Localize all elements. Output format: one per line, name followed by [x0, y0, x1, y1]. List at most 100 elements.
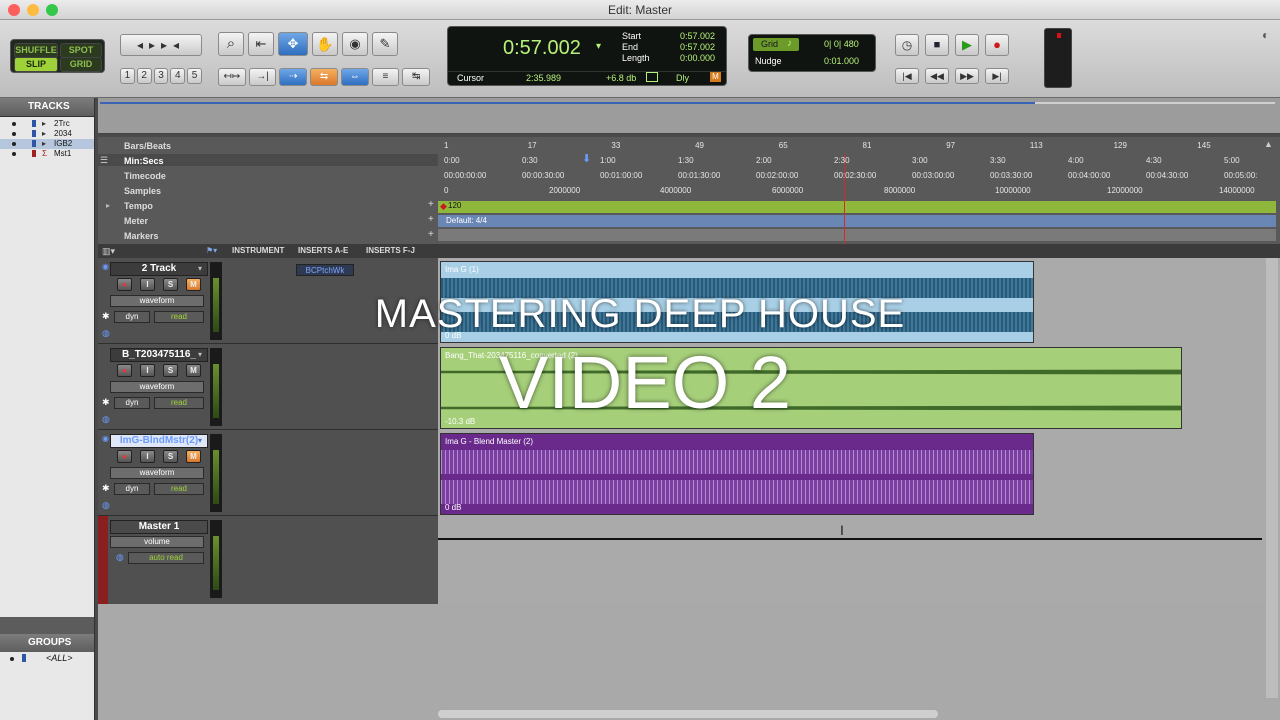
zoomer-tool-icon[interactable]: ⌕ — [218, 32, 244, 56]
stop-icon[interactable]: ■ — [925, 34, 949, 56]
solo-button[interactable]: S — [163, 278, 178, 291]
samples-ruler-label[interactable]: Samples — [124, 186, 161, 196]
selection-marker-icon[interactable]: ⬇ — [582, 152, 591, 165]
grid-value[interactable]: 0| 0| 480 — [824, 39, 859, 49]
track-name[interactable]: ImG-BlndMstr(2) — [110, 434, 208, 448]
track-name[interactable]: Master 1 — [110, 520, 208, 534]
tempo-expand-icon[interactable]: ▸ — [106, 201, 110, 210]
pencil-tool-icon[interactable]: ✎ — [372, 32, 398, 56]
track-select-icon[interactable]: ◉ — [102, 434, 109, 443]
track-list-item[interactable]: ▸ IGB2 — [0, 139, 94, 149]
rewind-icon[interactable]: ◀◀ — [925, 68, 949, 84]
track-name[interactable]: 2 Track — [110, 262, 208, 276]
zoom-window-button[interactable] — [46, 4, 58, 16]
column-options-icon[interactable]: ⚑▾ — [206, 246, 217, 255]
tracks-panel-header[interactable]: TRACKS — [0, 98, 94, 116]
mirror-midi-icon[interactable]: ⇔ — [340, 68, 369, 86]
ruler-menu-icon[interactable]: ☰ — [100, 155, 108, 166]
elastic-audio-icon[interactable]: ✱ — [102, 311, 110, 322]
input-monitor-button[interactable]: I — [140, 278, 155, 291]
mute-button[interactable]: M — [186, 278, 201, 291]
input-monitor-button[interactable]: I — [140, 450, 155, 463]
scrubber-tool-icon[interactable]: ◉ — [342, 32, 368, 56]
ripple-icon[interactable]: ↹ — [402, 68, 431, 86]
end-value[interactable]: 0:57.002 — [680, 42, 715, 53]
groups-panel-header[interactable]: GROUPS — [0, 634, 94, 652]
zoom-preset-4[interactable]: 4 — [170, 68, 186, 84]
horizontal-scrollbar[interactable] — [438, 710, 938, 718]
zoom-preset-3[interactable]: 3 — [153, 68, 169, 84]
meter-ruler-label[interactable]: Meter — [124, 216, 148, 226]
length-value[interactable]: 0:00.000 — [680, 53, 715, 64]
timecode-ruler-label[interactable]: Timecode — [124, 171, 166, 181]
return-to-zero-icon[interactable]: |◀ — [895, 68, 919, 84]
insert-slot-1[interactable]: BCPtchWk — [296, 264, 354, 276]
trim-tool-icon[interactable]: ⇤ — [248, 32, 274, 56]
elastic-audio-icon[interactable]: ✱ — [102, 483, 110, 494]
track-name[interactable]: B_T203475116_ — [110, 348, 208, 362]
track-name-dropdown-icon[interactable]: ▾ — [198, 350, 202, 359]
insertion-follows-playback-icon[interactable]: ⇆ — [310, 68, 338, 86]
slip-mode-button[interactable]: SLIP — [14, 57, 58, 72]
mute-button[interactable]: M — [186, 364, 201, 377]
zoom-preset-5[interactable]: 5 — [187, 68, 202, 84]
meter-lane[interactable]: Default: 4/4 — [438, 215, 1276, 227]
grid-mode-button[interactable]: GRID — [60, 57, 102, 72]
record-enable-button[interactable]: ● — [117, 450, 132, 463]
spot-mode-button[interactable]: SPOT — [60, 43, 102, 58]
nudge-value[interactable]: 0:01.000 — [824, 56, 859, 66]
link-timeline-icon[interactable]: →| — [248, 68, 277, 86]
elastic-mode-selector[interactable]: dyn — [114, 397, 150, 409]
online-icon[interactable]: ◷ — [895, 34, 919, 56]
track-name-dropdown-icon[interactable]: ▾ — [198, 264, 202, 273]
go-to-end-icon[interactable]: ▶| — [985, 68, 1009, 84]
nudge-label[interactable]: Nudge — [755, 56, 782, 66]
minsecs-ruler-label[interactable]: Min:Secs — [124, 156, 164, 166]
add-marker-icon[interactable]: + — [428, 229, 434, 240]
playlist-icon[interactable]: ◍ — [102, 414, 110, 425]
record-enable-button[interactable]: ● — [117, 364, 132, 377]
playlist-icon[interactable]: ◍ — [102, 328, 110, 339]
close-window-button[interactable] — [8, 4, 20, 16]
solo-button[interactable]: S — [163, 450, 178, 463]
automation-mode-selector[interactable]: read — [154, 311, 204, 323]
ruler-scroll-up-icon[interactable]: ▲ — [1264, 139, 1273, 149]
grabber-tool-icon[interactable]: ✋ — [312, 32, 338, 56]
markers-ruler-label[interactable]: Markers — [124, 231, 159, 241]
mute-button[interactable]: M — [186, 450, 201, 463]
automation-mode-selector[interactable]: read — [154, 483, 204, 495]
automation-icon[interactable]: ◍ — [116, 552, 124, 563]
smart-tool-icon[interactable]: ✥ — [278, 32, 308, 56]
master-volume-line[interactable] — [438, 538, 1262, 540]
link-track-icon[interactable]: ⇢ — [279, 68, 308, 86]
track-view-selector[interactable]: waveform — [110, 381, 204, 393]
edit-window-menu-icon[interactable]: ▥▾ — [102, 246, 115, 257]
counter-dropdown-icon[interactable]: ▾ — [596, 41, 601, 52]
tab-to-transient-icon[interactable]: ↤↦ — [218, 68, 246, 86]
zoom-preset-1[interactable]: 1 — [120, 68, 135, 84]
tempo-ruler-label[interactable]: Tempo — [124, 201, 153, 211]
fast-forward-icon[interactable]: ▶▶ — [955, 68, 979, 84]
grid-button[interactable]: Grid — [753, 38, 799, 51]
track-list-item[interactable]: ▸ 2034 — [0, 129, 94, 139]
tempo-lane[interactable]: ◆ 120 — [438, 201, 1276, 213]
record-enable-button[interactable]: ● — [117, 278, 132, 291]
elastic-mode-selector[interactable]: dyn — [114, 311, 150, 323]
start-value[interactable]: 0:57.002 — [680, 31, 715, 42]
record-icon[interactable]: ● — [985, 34, 1009, 56]
play-icon[interactable]: ▶ — [955, 34, 979, 56]
track-view-selector[interactable]: volume — [110, 536, 204, 548]
minimize-window-button[interactable] — [27, 4, 39, 16]
track-view-selector[interactable]: waveform — [110, 295, 204, 307]
automation-mode-selector[interactable]: read — [154, 397, 204, 409]
track-list-item[interactable]: ▸ 2Trc — [0, 119, 94, 129]
elastic-audio-icon[interactable]: ✱ — [102, 397, 110, 408]
playlist-icon[interactable]: ◍ — [102, 500, 110, 511]
bars-ruler-label[interactable]: Bars/Beats — [124, 141, 171, 151]
toolbar-options-icon[interactable]: ◐ — [1262, 28, 1269, 42]
main-counter[interactable]: 0:57.002 — [503, 37, 581, 60]
track-list-item[interactable]: Σ Mst1 — [0, 149, 94, 159]
zoom-buttons[interactable]: ◂▸▸◂ — [120, 34, 202, 56]
universe-overview[interactable] — [98, 98, 1280, 134]
solo-button[interactable]: S — [163, 364, 178, 377]
